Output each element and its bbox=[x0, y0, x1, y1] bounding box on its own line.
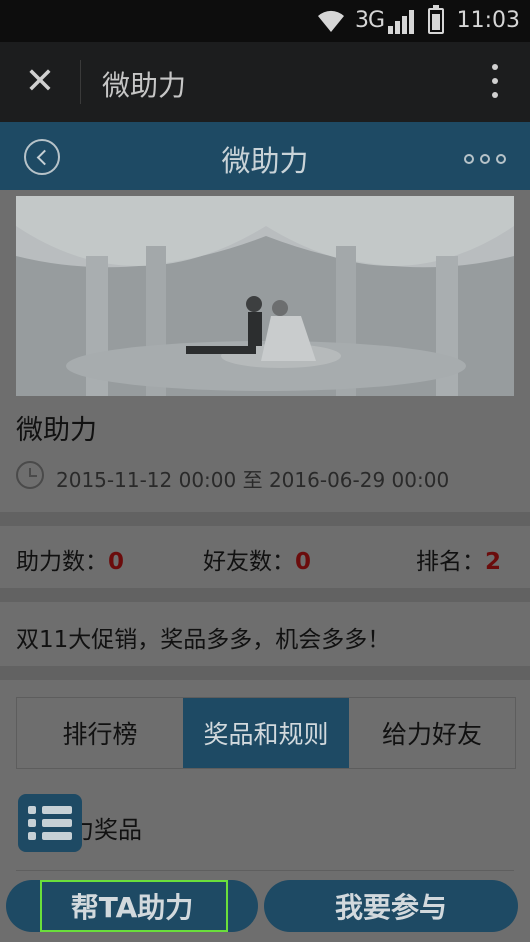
tab-prizes-rules[interactable]: 奖品和规则 bbox=[183, 698, 349, 768]
join-button-label: 我要参与 bbox=[334, 891, 447, 924]
divider bbox=[80, 60, 81, 104]
more-horizontal-icon[interactable] bbox=[464, 154, 506, 164]
help-count-value: 0 bbox=[108, 549, 125, 575]
wifi-icon bbox=[318, 10, 344, 32]
wechat-page-title: 微助力 bbox=[102, 69, 187, 102]
more-vertical-icon[interactable] bbox=[490, 64, 500, 102]
join-button[interactable]: 我要参与 bbox=[264, 880, 518, 932]
rank-label: 排名： bbox=[416, 549, 485, 575]
start-date: 2015-11-12 00:00 bbox=[56, 468, 237, 492]
banner-image bbox=[16, 196, 514, 396]
tab-leaderboard[interactable]: 排行榜 bbox=[17, 698, 183, 768]
clock-time: 11:03 bbox=[456, 8, 520, 33]
friends-count: 好友数：0 bbox=[203, 542, 311, 576]
tab-friends[interactable]: 给力好友 bbox=[349, 698, 515, 768]
status-bar: 3G 11:03 bbox=[0, 0, 530, 42]
section-divider bbox=[0, 588, 530, 602]
section-divider bbox=[0, 512, 530, 526]
date-separator: 至 bbox=[242, 468, 263, 492]
friends-count-label: 好友数： bbox=[203, 549, 295, 575]
signal-icon bbox=[388, 10, 414, 34]
page-title: 微助力 bbox=[221, 144, 309, 178]
battery-icon bbox=[428, 5, 444, 34]
close-icon[interactable]: ✕ bbox=[20, 62, 60, 102]
section-divider bbox=[0, 666, 530, 680]
rank-value: 2 bbox=[485, 549, 502, 575]
help-button[interactable]: 帮TA助力 bbox=[6, 880, 258, 932]
app-header: 微助力 bbox=[0, 122, 530, 190]
rank: 排名：2 bbox=[416, 542, 501, 576]
help-count-label: 助力数： bbox=[16, 549, 108, 575]
menu-icon[interactable] bbox=[18, 794, 82, 852]
promo-text: 双11大促销，奖品多多，机会多多！ bbox=[16, 627, 391, 653]
event-date-range: 2015-11-12 00:00 至 2016-06-29 00:00 bbox=[56, 464, 449, 493]
help-button-label: 帮TA助力 bbox=[70, 891, 194, 924]
tab-bar: 排行榜 奖品和规则 给力好友 bbox=[16, 697, 516, 769]
wechat-title-bar: ✕ 微助力 bbox=[0, 42, 530, 122]
main-content: 微助力 2015-11-12 00:00 至 2016-06-29 00:00 … bbox=[0, 190, 530, 942]
end-date: 2016-06-29 00:00 bbox=[268, 468, 450, 492]
network-type: 3G bbox=[354, 8, 385, 33]
divider-line bbox=[16, 870, 514, 871]
event-title: 微助力 bbox=[16, 415, 97, 446]
help-count: 助力数：0 bbox=[16, 542, 124, 576]
clock-icon bbox=[16, 461, 44, 489]
stats-row: 助力数：0 好友数：0 排名：2 bbox=[0, 526, 530, 588]
friends-count-value: 0 bbox=[295, 549, 312, 575]
